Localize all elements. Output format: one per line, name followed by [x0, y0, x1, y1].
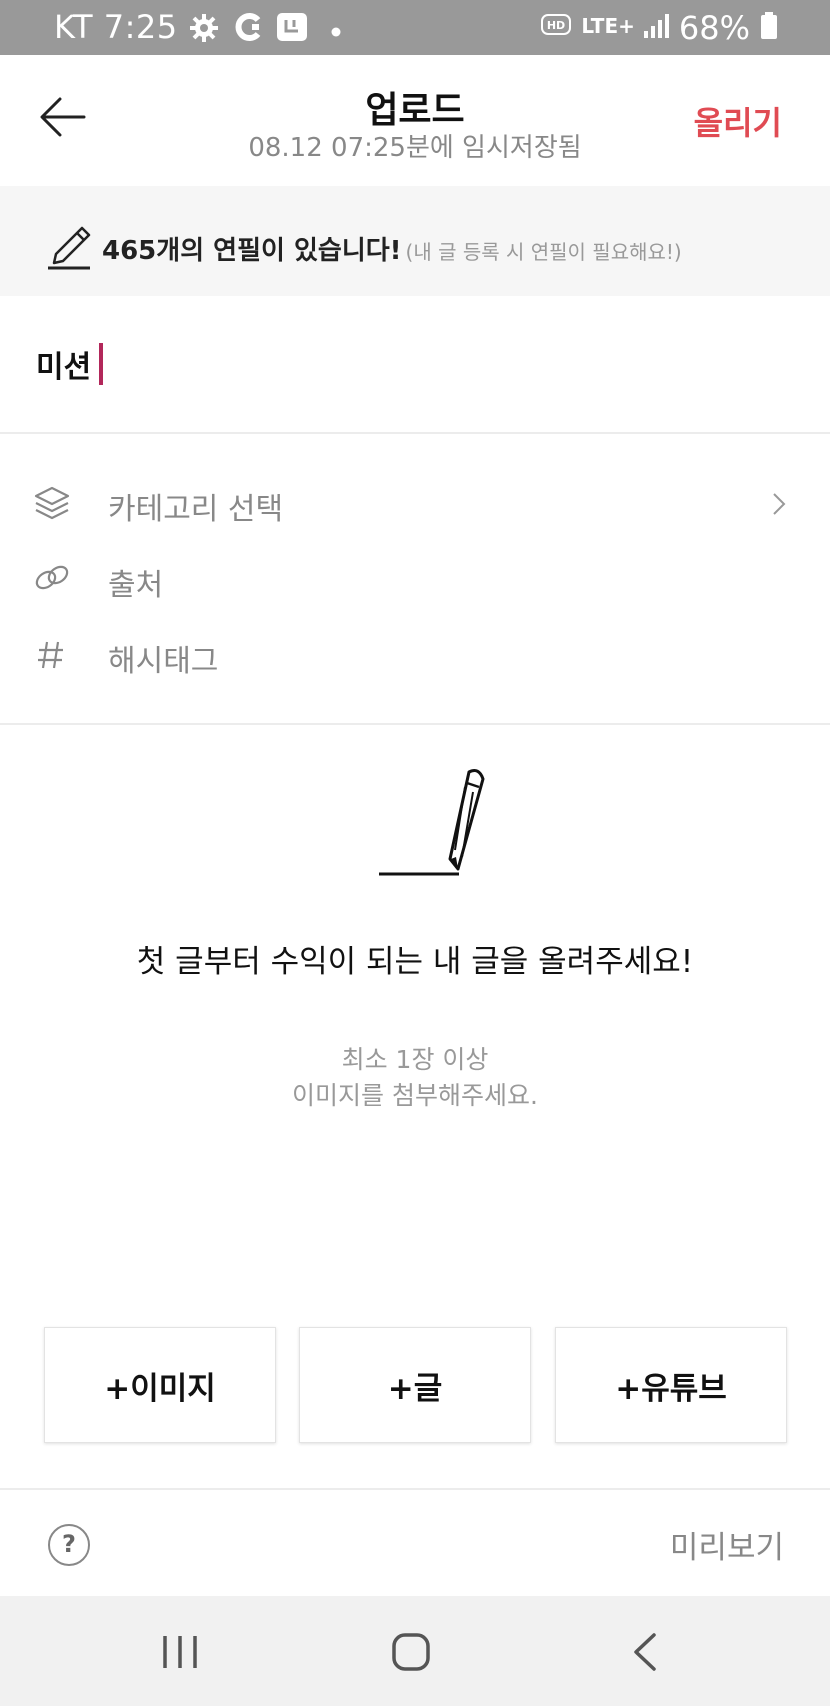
home-icon[interactable]: [391, 1632, 431, 1676]
battery-percent: 68%: [678, 9, 750, 47]
text-caret: [99, 343, 103, 385]
pencil-count-text: 465개의 연필이 있습니다! (내 글 등록 시 연필이 필요해요!): [102, 230, 682, 267]
pencil-icon: [46, 226, 92, 274]
app-icon: [276, 12, 308, 46]
lte-icon: LTE+: [581, 14, 635, 38]
upload-button[interactable]: 올리기: [694, 98, 782, 144]
title-input[interactable]: 미션: [36, 342, 91, 386]
image-hint-line2: 이미지를 첨부해주세요.: [292, 1081, 538, 1110]
carrier-time: KT 7:25: [54, 8, 178, 46]
chevron-right-icon: [772, 492, 786, 520]
system-nav-bar: [0, 1596, 830, 1706]
app-header: 업로드 08.12 07:25분에 임시저장됨 올리기: [0, 55, 830, 186]
add-image-button[interactable]: +이미지: [44, 1327, 276, 1443]
title-field[interactable]: 미션: [0, 296, 830, 434]
battery-icon: [760, 12, 778, 44]
layers-icon: [34, 486, 70, 524]
hd-icon: HD: [541, 14, 572, 42]
hashtag-field[interactable]: 해시태그: [0, 624, 830, 684]
hashtag-icon: [34, 638, 68, 676]
category-label: 카테고리 선택: [108, 492, 284, 527]
empty-state-message: 첫 글부터 수익이 되는 내 글을 올려주세요!: [136, 944, 694, 980]
pencil-count: 465개의 연필이 있습니다!: [102, 236, 402, 266]
dot-icon: [331, 22, 341, 41]
settings-gear-icon: [188, 12, 220, 48]
image-hint-line1: 최소 1장 이상: [341, 1045, 489, 1074]
category-select[interactable]: 카테고리 선택: [0, 472, 830, 532]
app-icon: [234, 12, 264, 46]
link-icon: [34, 562, 70, 598]
status-bar: KT 7:25 HD LTE+ 68%: [0, 0, 830, 55]
add-youtube-button[interactable]: +유튜브: [555, 1327, 787, 1443]
add-text-button[interactable]: +글: [299, 1327, 531, 1443]
help-button[interactable]: ?: [48, 1524, 90, 1566]
source-field[interactable]: 출처: [0, 548, 830, 608]
footer-divider: [0, 1488, 830, 1490]
hashtag-label: 해시태그: [108, 644, 219, 679]
section-divider: [0, 723, 830, 725]
recent-apps-icon[interactable]: [160, 1632, 200, 1676]
pencil-writing-icon: [375, 765, 495, 884]
preview-button[interactable]: 미리보기: [670, 1522, 784, 1567]
source-label: 출처: [108, 568, 164, 603]
signal-icon: [643, 13, 671, 43]
pencil-count-banner: 465개의 연필이 있습니다! (내 글 등록 시 연필이 필요해요!): [0, 186, 830, 296]
svg-text:HD: HD: [547, 19, 565, 32]
pencil-note: (내 글 등록 시 연필이 필요해요!): [405, 240, 682, 264]
back-nav-icon[interactable]: [630, 1632, 660, 1676]
status-right: HD LTE+ 68%: [541, 8, 778, 48]
